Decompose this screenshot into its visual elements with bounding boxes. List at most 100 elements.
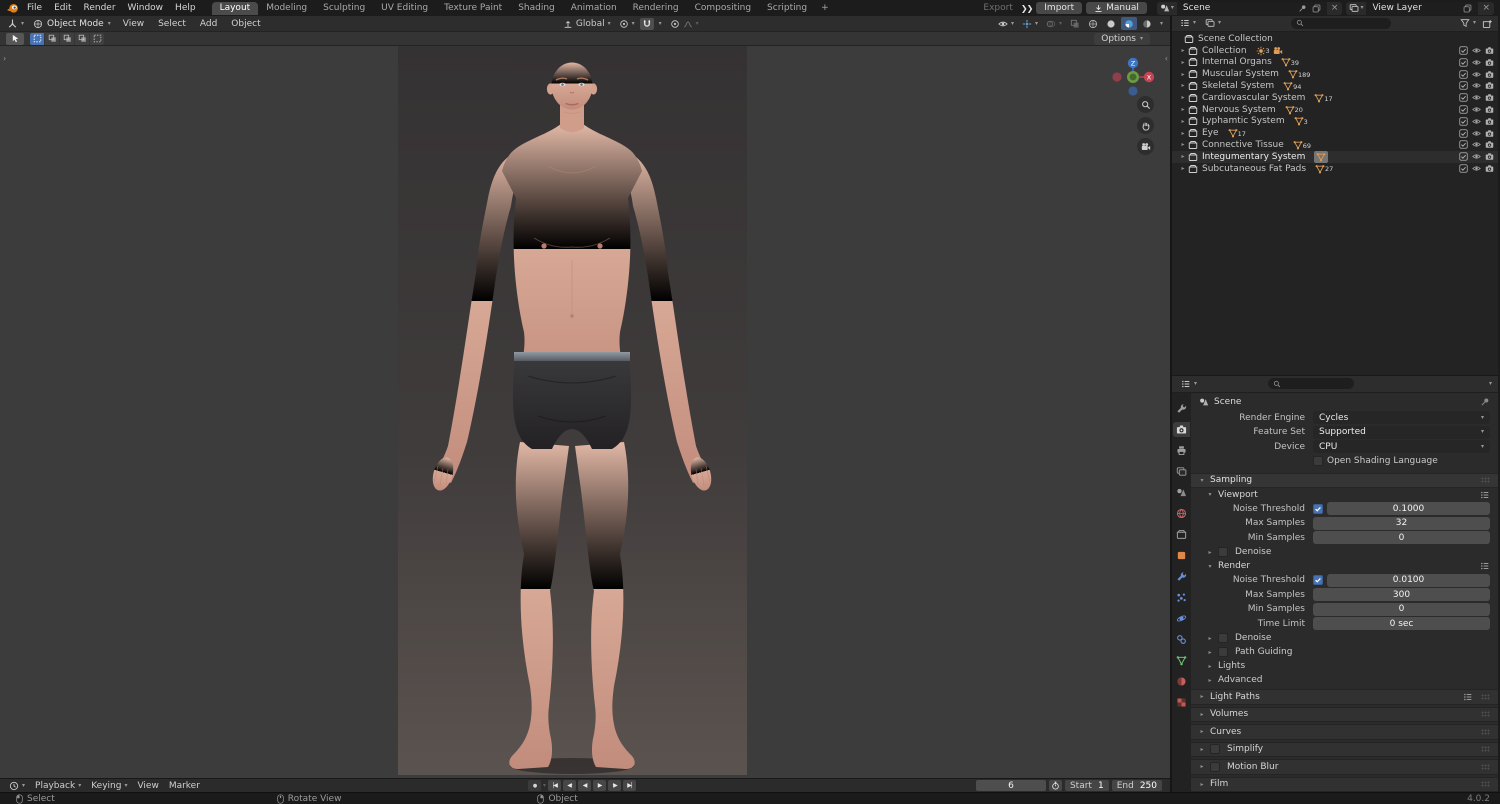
new-view-layer-icon[interactable]: [1463, 4, 1472, 13]
tab-object-data[interactable]: [1173, 653, 1190, 668]
shading-solid-button[interactable]: [1103, 17, 1119, 30]
exclude-checkbox[interactable]: [1459, 93, 1468, 102]
disable-render-icon[interactable]: [1485, 129, 1494, 138]
disable-render-icon[interactable]: [1485, 164, 1494, 173]
tab-output[interactable]: [1173, 443, 1190, 458]
select-subtract-button[interactable]: [60, 32, 74, 45]
hide-eye-icon[interactable]: [1472, 81, 1481, 90]
film-panel[interactable]: ▸ Film: [1191, 776, 1498, 792]
hide-eye-icon[interactable]: [1472, 46, 1481, 55]
select-extend-button[interactable]: [45, 32, 59, 45]
preset-icon[interactable]: [1480, 490, 1490, 500]
panel-grip[interactable]: [1481, 477, 1490, 483]
outliner-row-collection[interactable]: ▸ Collection 3: [1172, 45, 1498, 57]
tab-material[interactable]: [1173, 674, 1190, 689]
select-set-button[interactable]: [30, 32, 44, 45]
menu-file[interactable]: File: [21, 3, 48, 13]
view-menu[interactable]: View: [132, 781, 163, 791]
tab-compositing[interactable]: Compositing: [687, 2, 759, 15]
render-min-samples-field[interactable]: 0: [1313, 602, 1490, 616]
tab-physics[interactable]: [1173, 611, 1190, 626]
zoom-button[interactable]: [1137, 96, 1154, 113]
render-noise-threshold-checkbox[interactable]: [1313, 575, 1323, 586]
show-overlays-toggle[interactable]: ▾: [1043, 19, 1065, 29]
disable-render-icon[interactable]: [1485, 152, 1494, 161]
viewport-noise-threshold-checkbox[interactable]: [1313, 503, 1323, 514]
hide-eye-icon[interactable]: [1472, 152, 1481, 161]
sampling-render-subpanel[interactable]: ▾ Render: [1191, 559, 1498, 573]
pin-id-icon[interactable]: [1480, 397, 1490, 407]
toolbar-expand-arrow[interactable]: ›: [3, 54, 6, 63]
exclude-checkbox[interactable]: [1459, 58, 1468, 67]
time-limit-field[interactable]: 0 sec: [1313, 617, 1490, 631]
tab-scene[interactable]: [1173, 485, 1190, 500]
render-noise-threshold-field[interactable]: 0.0100: [1327, 573, 1490, 587]
tab-rendering[interactable]: Rendering: [625, 2, 687, 15]
volumes-panel[interactable]: ▸ Volumes: [1191, 706, 1498, 722]
menu-add[interactable]: Add: [194, 19, 223, 29]
properties-editor-type-button[interactable]: ▾: [1178, 379, 1200, 389]
tab-texture[interactable]: [1173, 695, 1190, 710]
pan-button[interactable]: [1137, 117, 1154, 134]
import-button[interactable]: Import: [1036, 2, 1083, 14]
panel-grip[interactable]: [1481, 763, 1490, 770]
outliner-row-cardiovascular-system[interactable]: ▸ Cardiovascular System 17: [1172, 92, 1498, 104]
transform-orientation-dropdown[interactable]: Global ▾: [560, 19, 614, 29]
pivot-point-dropdown[interactable]: ▾: [616, 19, 638, 29]
hide-eye-icon[interactable]: [1472, 105, 1481, 114]
hide-eye-icon[interactable]: [1472, 140, 1481, 149]
tab-sculpting[interactable]: Sculpting: [315, 2, 373, 15]
outliner-row-scene-collection[interactable]: Scene Collection: [1172, 33, 1498, 45]
outliner-row-skeletal-system[interactable]: ▸ Skeletal System 94: [1172, 80, 1498, 92]
falloff-curve-icon[interactable]: [683, 19, 693, 29]
outliner-row-connective-tissue[interactable]: ▸ Connective Tissue 69: [1172, 139, 1498, 151]
simplify-checkbox[interactable]: [1210, 744, 1220, 755]
outliner-row-subcutaneous-fat-pads[interactable]: ▸ Subcutaneous Fat Pads 27: [1172, 163, 1498, 175]
frame-start-field[interactable]: Start 1: [1064, 780, 1109, 791]
advanced-subpanel[interactable]: ▸ Advanced: [1191, 673, 1498, 687]
sampling-panel-header[interactable]: ▾ Sampling: [1191, 472, 1498, 488]
lights-subpanel[interactable]: ▸ Lights: [1191, 659, 1498, 673]
outliner-filter-button[interactable]: ▾: [1457, 18, 1479, 28]
viewport-denoise-toggle[interactable]: ▸ Denoise: [1191, 545, 1498, 559]
menu-select[interactable]: Select: [152, 19, 192, 29]
unlink-scene-button[interactable]: ×: [1327, 3, 1343, 13]
tab-animation[interactable]: Animation: [563, 2, 625, 15]
new-collection-button[interactable]: [1482, 18, 1493, 29]
options-button[interactable]: Options ▾: [1094, 32, 1150, 45]
shading-rendered-button[interactable]: [1139, 17, 1155, 30]
disable-render-icon[interactable]: [1485, 105, 1494, 114]
prev-keyframe-button[interactable]: ◀·: [563, 780, 577, 791]
tab-scripting[interactable]: Scripting: [759, 2, 815, 15]
tab-texture-paint[interactable]: Texture Paint: [436, 2, 510, 15]
current-frame-field[interactable]: 6: [975, 780, 1046, 791]
simplify-panel[interactable]: ▸ Simplify: [1191, 741, 1498, 757]
menu-edit[interactable]: Edit: [48, 3, 77, 13]
render-denoise-checkbox[interactable]: [1218, 633, 1228, 643]
hide-eye-icon[interactable]: [1472, 70, 1481, 79]
manual-button[interactable]: Manual: [1086, 2, 1147, 14]
sampling-viewport-subpanel[interactable]: ▾ Viewport: [1191, 488, 1498, 502]
jump-to-start-button[interactable]: |◀: [548, 780, 562, 791]
disable-render-icon[interactable]: [1485, 81, 1494, 90]
osl-checkbox[interactable]: [1313, 456, 1323, 467]
panel-grip[interactable]: [1481, 728, 1490, 735]
panel-grip[interactable]: [1481, 711, 1490, 718]
jump-to-end-button[interactable]: ▶|: [623, 780, 637, 791]
select-intersect-button[interactable]: [90, 32, 104, 45]
hide-eye-icon[interactable]: [1472, 164, 1481, 173]
exclude-checkbox[interactable]: [1459, 70, 1468, 79]
outliner-display-mode-button[interactable]: ▾: [1177, 18, 1199, 28]
path-guiding-toggle[interactable]: ▸ Path Guiding: [1191, 645, 1498, 659]
motion-blur-checkbox[interactable]: [1210, 761, 1220, 772]
menu-window[interactable]: Window: [122, 3, 170, 13]
visibility-dropdown[interactable]: ▾: [995, 19, 1017, 29]
disable-render-icon[interactable]: [1485, 140, 1494, 149]
remove-view-layer-button[interactable]: ×: [1478, 3, 1494, 13]
motion-blur-panel[interactable]: ▸ Motion Blur: [1191, 759, 1498, 775]
exclude-checkbox[interactable]: [1459, 152, 1468, 161]
tab-modeling[interactable]: Modeling: [258, 2, 315, 15]
outliner-row-eye[interactable]: ▸ Eye 17: [1172, 127, 1498, 139]
properties-search-input[interactable]: [1267, 378, 1354, 389]
camera-view-button[interactable]: [1137, 138, 1154, 155]
